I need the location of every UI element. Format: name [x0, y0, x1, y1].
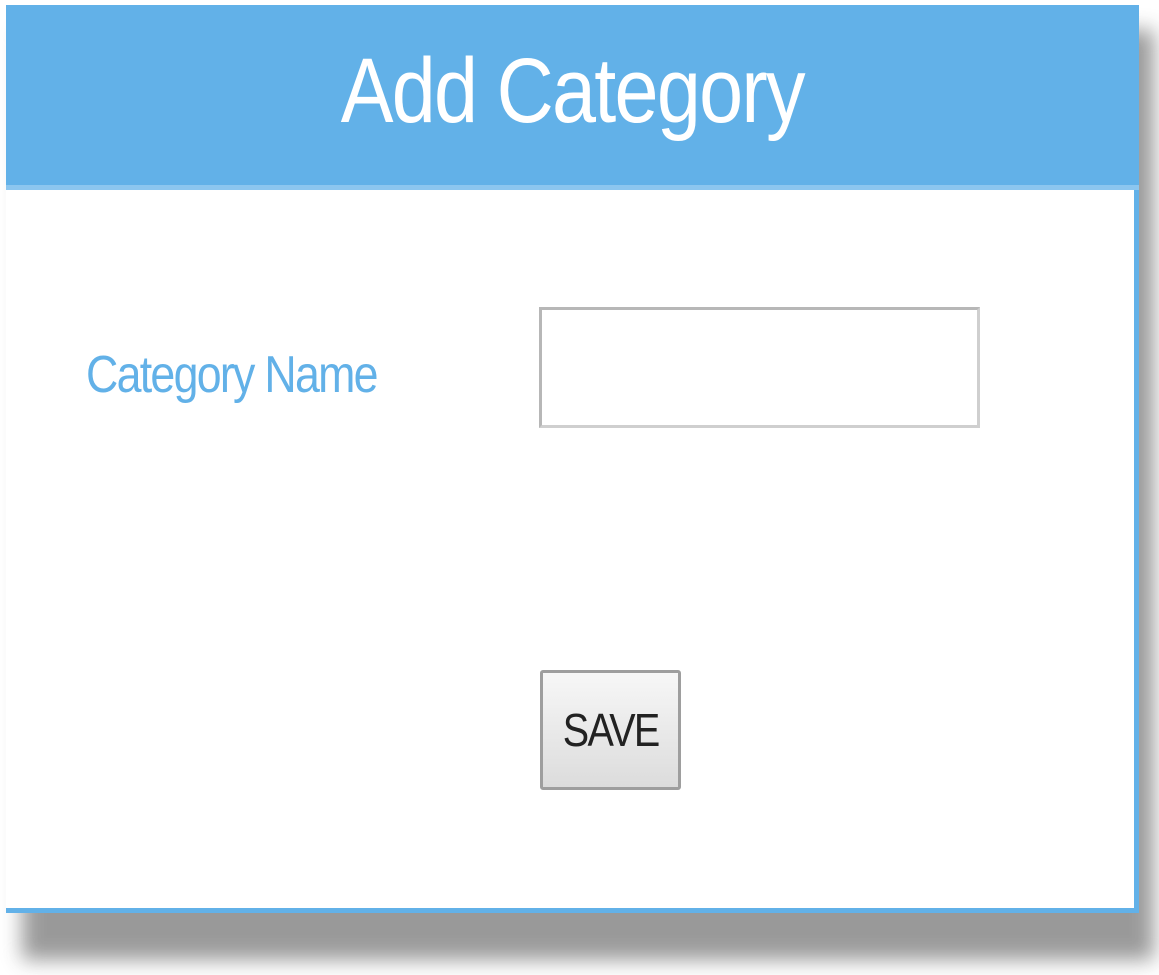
save-button[interactable]: SAVE: [540, 670, 681, 790]
category-name-input[interactable]: [539, 307, 980, 428]
panel-header: Add Category: [6, 5, 1139, 190]
screen: Add Category Category Name SAVE: [0, 0, 1159, 975]
save-button-label: SAVE: [562, 704, 660, 756]
add-category-panel: Add Category Category Name SAVE: [6, 5, 1139, 913]
category-name-label: Category Name: [86, 346, 379, 404]
panel-title: Add Category: [340, 40, 806, 142]
